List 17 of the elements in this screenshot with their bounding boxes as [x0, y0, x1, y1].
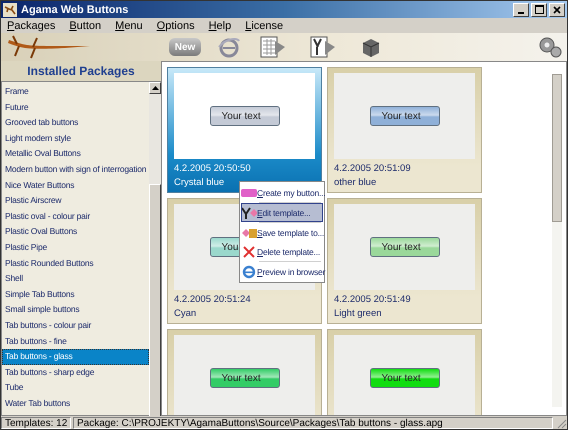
template-date: 4.2.2005 20:50:50: [174, 163, 252, 174]
window-title: Agama Web Buttons: [21, 4, 130, 16]
sample-button: Your text: [370, 237, 440, 257]
sample-button: Your text: [370, 368, 440, 388]
panel-header: Installed Packages: [1, 61, 161, 81]
sample-button: Your text: [370, 106, 440, 126]
template-name: Crystal blue: [174, 177, 226, 188]
sample-button: Your text: [210, 106, 280, 126]
template-name: Light green: [334, 308, 383, 319]
template-name: Cyan: [174, 308, 198, 319]
template-name: other blue: [334, 177, 378, 188]
template-date: 4.2.2005 20:51:49: [334, 294, 412, 305]
status-text: Package: C:\PROJEKTY\AgamaButtons\Source\Packages\Tab buttons - glass.apg: [73, 416, 553, 428]
sample-button: Your text: [210, 368, 280, 388]
status-text: Templates: 12: [1, 416, 71, 428]
template-date: 4.2.2005 20:51:24: [174, 294, 252, 305]
template-date: 4.2.2005 20:51:09: [334, 163, 412, 174]
